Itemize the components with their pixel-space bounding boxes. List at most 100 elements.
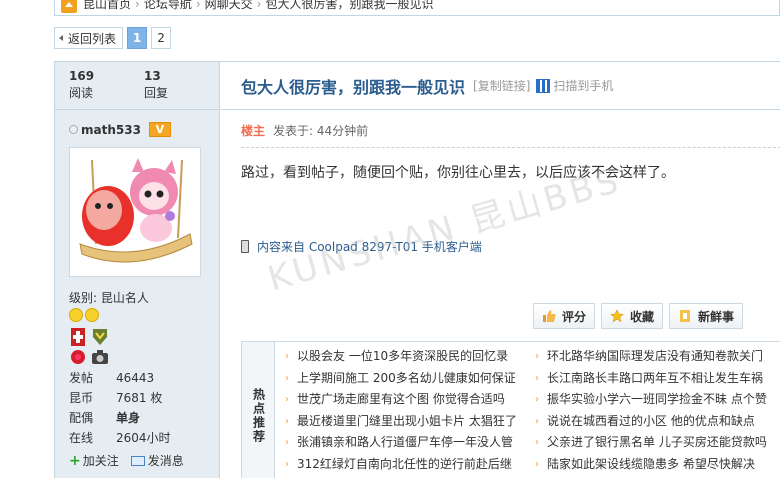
- hot-link[interactable]: 最近楼道里门缝里出现小姐卡片 太猖狂了: [297, 411, 517, 433]
- info-value: 2604小时: [116, 431, 171, 445]
- bookmark-icon: [680, 310, 691, 322]
- info-value: 7681 枚: [116, 391, 163, 405]
- list-item[interactable]: › 父亲进了银行黑名单 儿子买房还能贷款吗: [535, 432, 780, 454]
- thread-title-bar: 包大人很厉害，别跟我一般见识 [复制链接] 扫描到手机: [221, 62, 780, 110]
- hot-recommendations: 热点推荐 › 以股会友 一位10多年资深股民的回忆录 › 上学期间施工 200多名幼…: [241, 341, 780, 478]
- hot-label: 热点推荐: [242, 342, 275, 478]
- hot-link[interactable]: 以股会友 一位10多年资深股民的回忆录: [297, 346, 508, 368]
- info-key: 发帖: [69, 371, 94, 385]
- arrow-icon: ›: [535, 394, 539, 405]
- share-fresh-button[interactable]: 新鲜事: [669, 303, 744, 329]
- breadcrumb-separator: ›: [135, 0, 140, 11]
- list-item[interactable]: › 世茂广场走廊里有这个图 你觉得合适吗: [285, 389, 535, 411]
- message-label: 发消息: [147, 454, 184, 468]
- source-label: 内容来自 Coolpad 8297-T01 手机客户端: [257, 240, 482, 254]
- arrow-icon: ›: [535, 415, 539, 427]
- envelope-icon: [130, 455, 145, 466]
- favorite-button[interactable]: 收藏: [601, 303, 664, 329]
- hot-link[interactable]: 上学期间施工 200多名幼儿健康如何保证: [297, 368, 516, 390]
- thumbs-up-icon: [543, 310, 556, 322]
- send-message-button[interactable]: 发消息: [130, 452, 184, 469]
- author-name-row: math533 V: [69, 122, 219, 137]
- arrow-icon: ›: [285, 437, 289, 448]
- hot-list-right: › 环北路华纳国际理发店没有通知卷款关门 › 长江南路长丰路口两年互不相让发生车祸 …: [535, 346, 780, 478]
- camera-medal-icon[interactable]: [91, 348, 109, 366]
- list-item[interactable]: › 振华实验小学六一班同学捡金不昧 点个赞: [535, 389, 780, 411]
- breadcrumb-item-forum[interactable]: 网聊天交: [205, 0, 253, 12]
- chevron-left-icon: [59, 35, 63, 41]
- hot-link[interactable]: 父亲进了银行黑名单 儿子买房还能贷款吗: [547, 432, 767, 454]
- views-label: 阅读: [69, 86, 94, 100]
- list-item[interactable]: › 以股会友 一位10多年资深股民的回忆录: [285, 346, 535, 368]
- plus-icon: +: [69, 452, 81, 469]
- red-cross-medal-icon[interactable]: [69, 328, 87, 346]
- follow-label: 加关注: [82, 454, 119, 468]
- replies-stat: 13 回复: [144, 68, 219, 109]
- list-item[interactable]: › 312红绿灯自南向北任性的逆行前赴后继: [285, 454, 535, 476]
- breadcrumb-separator: ›: [256, 0, 262, 11]
- arrow-icon: ›: [535, 372, 539, 384]
- hot-link[interactable]: 张浦镇亲和路人行道僵尸车停一年没人管: [297, 432, 513, 454]
- post-action-buttons: 评分 收藏 新鲜事: [533, 303, 744, 329]
- hot-link[interactable]: 陆家如此架设线缆隐患多 希望尽快解决: [547, 454, 755, 476]
- author-sidebar: 169 阅读 13 回复 math533 V 级别: 昆山名人 发帖 46443…: [55, 62, 220, 478]
- moon-icon: [85, 308, 99, 322]
- list-item[interactable]: › 长江南路长丰路口两年互不相让发生车祸: [535, 368, 780, 390]
- breadcrumb: 昆山首页 › 论坛导航 › 网聊天交 › 包大人很厉害，别跟我一般见识: [54, 0, 780, 16]
- back-to-list-button[interactable]: 返回列表: [54, 27, 124, 49]
- info-row-posts: 发帖 46443: [69, 368, 219, 388]
- author-info: 发帖 46443 昆币 7681 枚 配偶 单身 在线 2604小时: [69, 368, 219, 448]
- list-item[interactable]: › 环北路华纳国际理发店没有通知卷款关门: [535, 346, 780, 368]
- author-username[interactable]: math533: [81, 123, 141, 137]
- share-fresh-label: 新鲜事: [698, 309, 735, 324]
- qr-code-icon: [536, 78, 551, 93]
- flower-medal-icon[interactable]: [69, 348, 87, 366]
- list-item[interactable]: › 张浦镇亲和路人行道僵尸车停一年没人管: [285, 432, 535, 454]
- copy-link-button[interactable]: [复制链接]: [473, 77, 530, 94]
- page-1-button[interactable]: 1: [127, 27, 148, 49]
- hot-link[interactable]: 说说在城西看过的小区 他的优点和缺点: [547, 411, 755, 433]
- info-value[interactable]: 46443: [116, 368, 154, 388]
- scan-to-phone-label: 扫描到手机: [553, 79, 614, 93]
- hot-link[interactable]: 振华实验小学六一班同学捡金不昧 点个赞: [547, 389, 767, 411]
- arrow-icon: ›: [285, 372, 289, 384]
- list-item[interactable]: › 最近楼道里门缝里出现小姐卡片 太猖狂了: [285, 411, 535, 433]
- info-key: 昆币: [69, 391, 94, 405]
- favorite-label: 收藏: [630, 309, 655, 324]
- shield-medal-icon[interactable]: [91, 328, 109, 346]
- info-value: 单身: [116, 411, 141, 425]
- thread-panel: 169 阅读 13 回复 math533 V 级别: 昆山名人 发帖 46443…: [54, 61, 780, 478]
- online-status-icon: [69, 125, 78, 134]
- breadcrumb-item-home[interactable]: 昆山首页: [83, 0, 131, 12]
- user-level: 级别: 昆山名人: [69, 291, 149, 305]
- home-icon[interactable]: [61, 0, 77, 13]
- arrow-icon: ›: [535, 351, 539, 362]
- hot-link[interactable]: 环北路华纳国际理发店没有通知卷款关门: [547, 346, 763, 368]
- vip-badge[interactable]: V: [148, 122, 171, 137]
- hot-link[interactable]: 312红绿灯自南向北任性的逆行前赴后继: [297, 454, 512, 476]
- rate-button[interactable]: 评分: [533, 303, 596, 329]
- author-profile: math533 V 级别: 昆山名人 发帖 46443 昆币 7681 枚 配偶…: [55, 110, 219, 469]
- pager: 返回列表 1 2: [54, 27, 172, 49]
- avatar-image: [74, 152, 196, 272]
- list-item[interactable]: › 说说在城西看过的小区 他的优点和缺点: [535, 411, 780, 433]
- avatar[interactable]: [69, 147, 201, 277]
- info-row-spouse: 配偶 单身: [69, 408, 219, 428]
- hot-link[interactable]: 世茂广场走廊里有这个图 你觉得合适吗: [297, 389, 505, 411]
- scan-to-phone-button[interactable]: 扫描到手机: [536, 77, 613, 94]
- post-meta: 楼主 发表于: 44分钟前: [221, 110, 780, 139]
- mobile-client-source[interactable]: 内容来自 Coolpad 8297-T01 手机客户端: [221, 184, 780, 255]
- hot-link[interactable]: 长江南路长丰路口两年互不相让发生车祸: [547, 368, 763, 390]
- page-2-button[interactable]: 2: [151, 27, 172, 49]
- arrow-icon: ›: [285, 458, 289, 470]
- list-item[interactable]: › 上学期间施工 200多名幼儿健康如何保证: [285, 368, 535, 390]
- list-item[interactable]: › 陆家如此架设线缆隐患多 希望尽快解决: [535, 454, 780, 476]
- breadcrumb-item-thread[interactable]: 包大人很厉害，别跟我一般见识: [265, 0, 433, 12]
- hot-list-left: › 以股会友 一位10多年资深股民的回忆录 › 上学期间施工 200多名幼儿健康如何…: [285, 346, 535, 478]
- hot-columns: › 以股会友 一位10多年资深股民的回忆录 › 上学期间施工 200多名幼儿健康如何…: [275, 342, 780, 478]
- thread-main: 包大人很厉害，别跟我一般见识 [复制链接] 扫描到手机 楼主 发表于: 44分钟…: [221, 62, 780, 478]
- follow-button[interactable]: + 加关注: [69, 452, 119, 469]
- thread-stats: 169 阅读 13 回复: [55, 62, 219, 110]
- breadcrumb-item-nav[interactable]: 论坛导航: [144, 0, 192, 12]
- post-time: 发表于: 44分钟前: [273, 124, 369, 138]
